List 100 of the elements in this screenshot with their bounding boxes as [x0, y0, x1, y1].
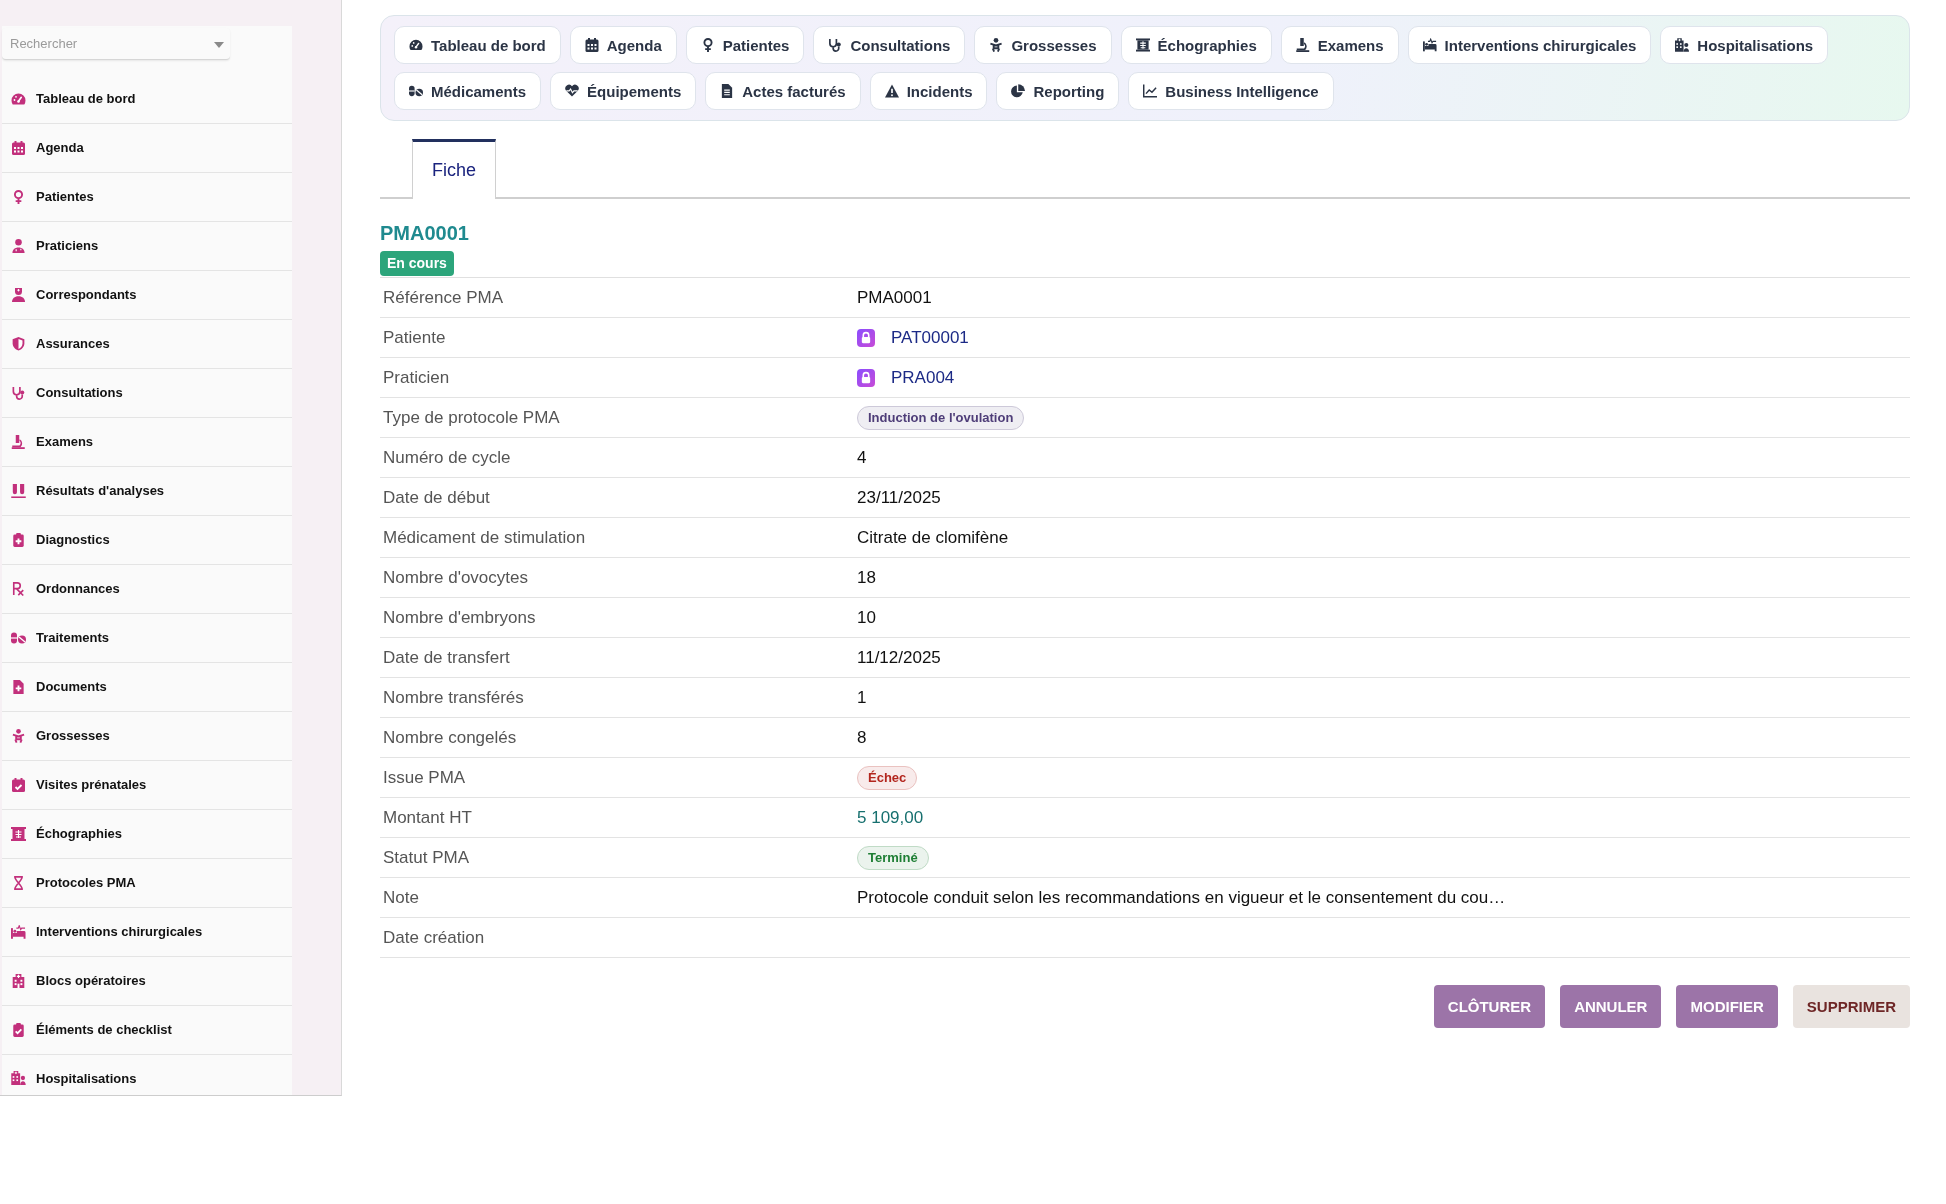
sidebar-item[interactable]: Agenda: [2, 124, 292, 173]
baby-icon: [11, 729, 26, 743]
field-value: 11/12/2025: [857, 647, 941, 668]
field-value: PMA0001: [857, 287, 932, 308]
sidebar-item[interactable]: Visites prénatales: [2, 761, 292, 810]
nav-tab[interactable]: Reporting: [996, 72, 1120, 110]
amount-value: 5 109,00: [857, 807, 924, 828]
sidebar-item[interactable]: Éléments de checklist: [2, 1006, 292, 1055]
nav-tab[interactable]: Consultations: [813, 26, 966, 64]
field-value: 8: [857, 727, 867, 748]
nav-tab[interactable]: Agenda: [569, 26, 677, 64]
field-label: Praticien: [383, 367, 450, 388]
tab[interactable]: Fiche: [412, 139, 496, 199]
sidebar-item[interactable]: Interventions chirurgicales: [2, 908, 292, 957]
stethoscope-icon: [828, 38, 843, 52]
clipboard-check-icon: [11, 1023, 26, 1037]
sidebar-item[interactable]: Patientes: [2, 173, 292, 222]
nav-tab[interactable]: Grossesses: [974, 26, 1112, 64]
sidebar-item[interactable]: Correspondants: [2, 271, 292, 320]
doctor-icon: [11, 239, 26, 253]
nav-tab[interactable]: Examens: [1280, 26, 1399, 64]
x-ray-icon: [1135, 38, 1150, 52]
sidebar-item[interactable]: Protocoles PMA: [2, 859, 292, 908]
microscope-icon: [1295, 38, 1310, 52]
action-button[interactable]: ANNULER: [1560, 985, 1662, 1028]
search-field[interactable]: Rechercher: [2, 28, 230, 60]
nav-tab[interactable]: Échographies: [1120, 26, 1272, 64]
nav-tab[interactable]: Patientes: [685, 26, 805, 64]
field-value: 18: [857, 567, 876, 588]
sidebar-item[interactable]: Ordonnances: [2, 565, 292, 614]
hospital-icon: [11, 974, 26, 988]
field-label: Référence PMA: [383, 287, 503, 308]
hospital-user-icon: [1675, 38, 1690, 52]
nav-tab[interactable]: Interventions chirurgicales: [1407, 26, 1652, 64]
sidebar-item[interactable]: Tableau de bord: [2, 75, 292, 124]
test-tubes-icon: [11, 484, 26, 498]
shield-icon: [11, 337, 26, 351]
sidebar-item[interactable]: Résultats d'analyses: [2, 467, 292, 516]
field-label: Nombre congelés: [383, 727, 517, 748]
nav-tab[interactable]: Incidents: [869, 72, 988, 110]
field-label: Nombre d'embryons: [383, 607, 536, 628]
sidebar-item[interactable]: Échographies: [2, 810, 292, 859]
female-symbol-icon: [700, 38, 715, 52]
nav-tab[interactable]: Actes facturés: [705, 72, 861, 110]
field-label: Nombre d'ovocytes: [383, 567, 528, 588]
action-button[interactable]: MODIFIER: [1676, 985, 1778, 1028]
calendar-icon: [584, 38, 599, 52]
field-label: Médicament de stimulation: [383, 527, 586, 548]
sidebar-item[interactable]: Blocs opératoires: [2, 957, 292, 1006]
nurse-icon: [11, 288, 26, 302]
field-label: Type de protocole PMA: [383, 407, 560, 428]
medical-file-icon: [11, 680, 26, 694]
sidebar-item[interactable]: Assurances: [2, 320, 292, 369]
field-value: Protocole conduit selon les recommandations en vigueur et le consentement du cou…: [857, 887, 1506, 908]
field-value: Citrate de clomifène: [857, 527, 1009, 548]
field-label: Montant HT: [383, 807, 472, 828]
hospital-bed-icon: [11, 925, 26, 939]
field-label: Date de début: [383, 487, 490, 508]
nav-tab[interactable]: Équipements: [550, 72, 697, 110]
field-label: Issue PMA: [383, 767, 466, 788]
pie-chart-icon: [1011, 84, 1026, 98]
sidebar-item[interactable]: Diagnostics: [2, 516, 292, 565]
field-label: Date de transfert: [383, 647, 510, 668]
sidebar-item[interactable]: Grossesses: [2, 712, 292, 761]
sidebar-item[interactable]: Examens: [2, 418, 292, 467]
female-symbol-icon: [11, 190, 26, 204]
field-value: 1: [857, 687, 867, 708]
field-label: Note: [383, 887, 419, 908]
sidebar-item[interactable]: Documents: [2, 663, 292, 712]
sidebar-item[interactable]: Traitements: [2, 614, 292, 663]
field-label: Patiente: [383, 327, 446, 348]
nav-tab[interactable]: Hospitalisations: [1660, 26, 1829, 64]
field-value: 23/11/2025: [857, 487, 941, 508]
x-ray-icon: [11, 827, 26, 841]
gauge-icon: [409, 38, 423, 52]
field-value: 10: [857, 607, 876, 628]
heart-pulse-icon: [565, 84, 580, 98]
calendar-icon: [11, 141, 26, 155]
medical-clipboard-icon: [11, 533, 26, 547]
nav-tab[interactable]: Business Intelligence: [1128, 72, 1334, 110]
action-button[interactable]: CLÔTURER: [1433, 985, 1546, 1028]
value-tag: Terminé: [857, 845, 929, 870]
field-label: Date création: [383, 927, 485, 948]
sidebar-item[interactable]: Consultations: [2, 369, 292, 418]
nav-tab[interactable]: Tableau de bord: [394, 26, 561, 64]
record-title: PMA0001: [380, 221, 469, 245]
prescription-icon: [11, 582, 26, 596]
calendar-check-icon: [11, 778, 26, 792]
nav-tab[interactable]: Médicaments: [394, 72, 542, 110]
sidebar-item[interactable]: Hospitalisations: [2, 1055, 292, 1095]
record-link[interactable]: PRA004: [891, 367, 955, 388]
gauge-icon: [11, 92, 26, 106]
sidebar-item[interactable]: Praticiens: [2, 222, 292, 271]
lock-icon: [857, 368, 875, 387]
caret-icon[interactable]: [214, 42, 224, 48]
field-value: 4: [857, 447, 867, 468]
delete-button[interactable]: SUPPRIMER: [1792, 985, 1910, 1028]
hospital-user-icon: [11, 1071, 26, 1085]
record-link[interactable]: PAT00001: [891, 327, 969, 348]
field-label: Statut PMA: [383, 847, 469, 868]
